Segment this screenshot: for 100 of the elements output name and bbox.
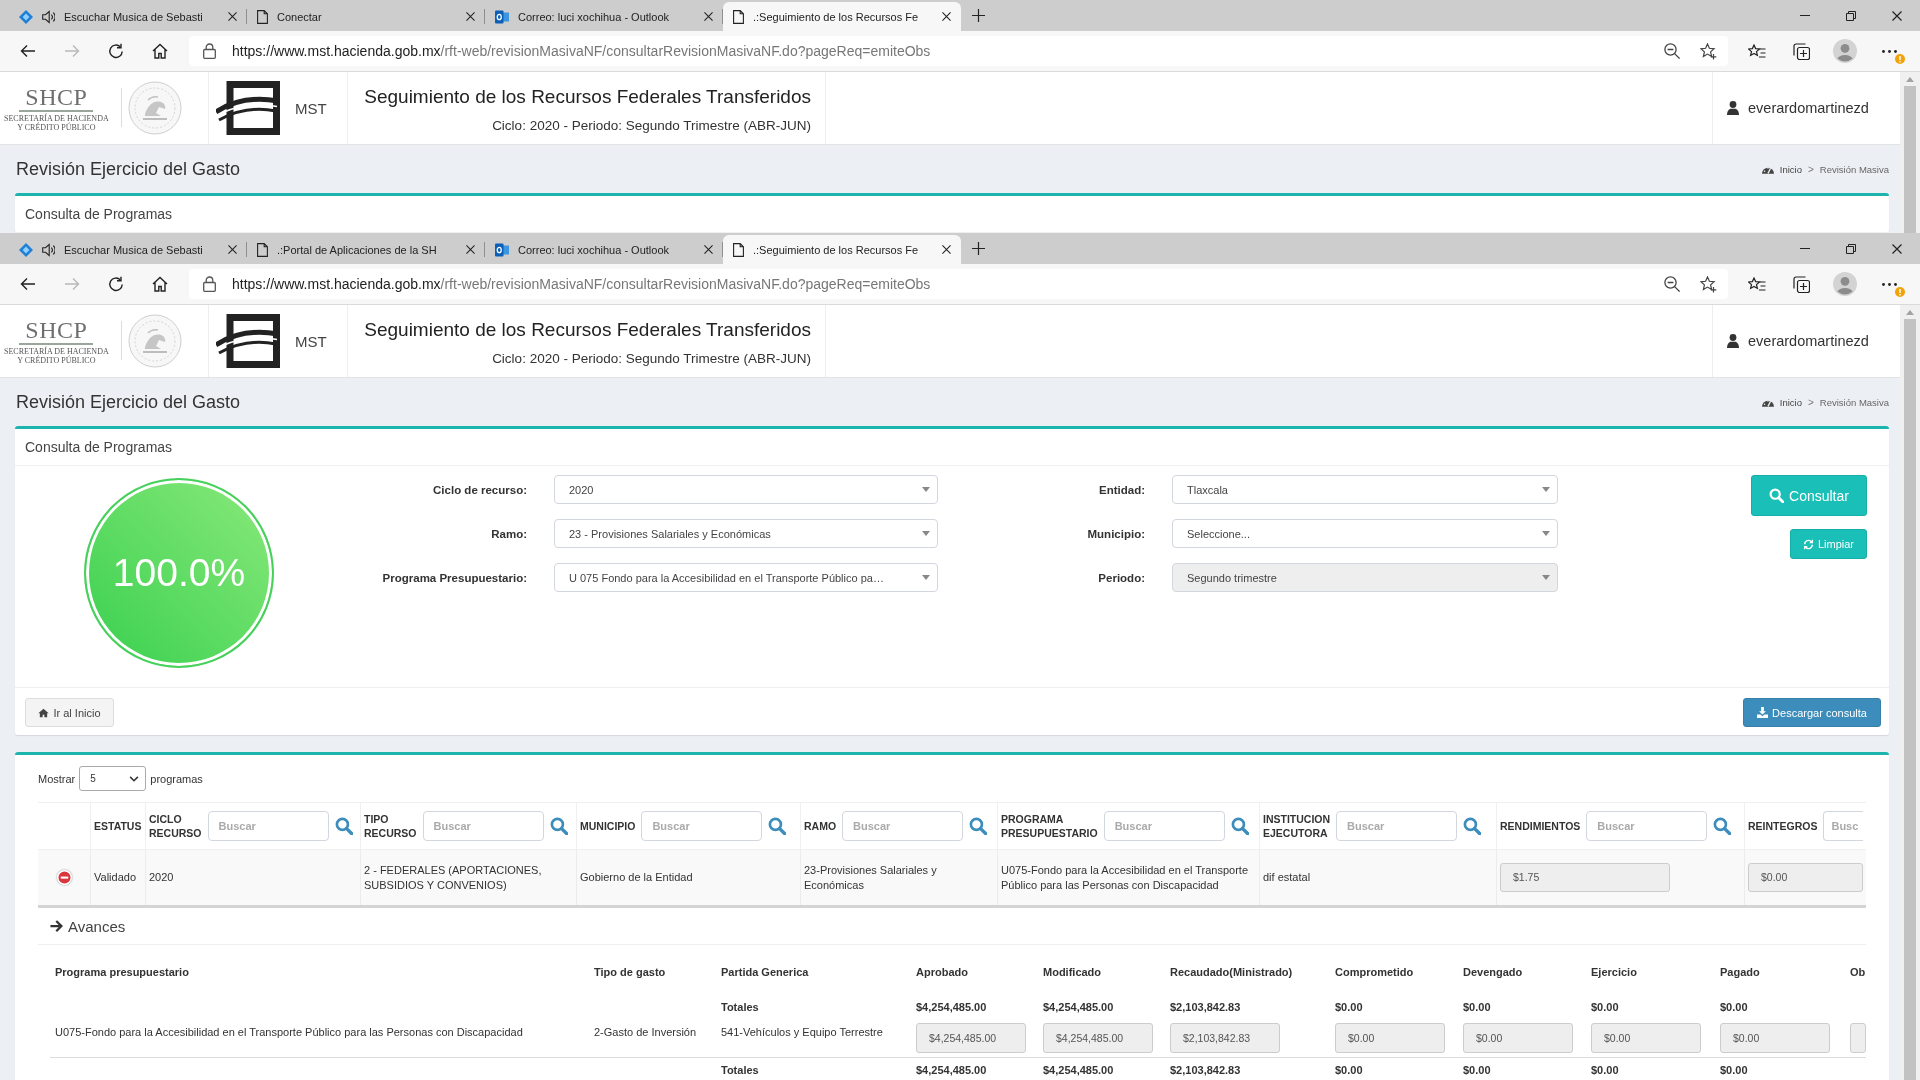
more-icon[interactable] [1881,282,1897,286]
close-tab-icon[interactable] [942,12,951,21]
page-title: Revisión Ejercicio del Gasto [16,391,241,413]
address-bar[interactable]: https://www.mst.hacienda.gob.mx/rft-web/revisionMasivaNF/consultarRevisionMasivaNF.do?pageReq=emiteObs [189,36,1728,66]
home-icon[interactable] [152,43,168,59]
refresh-icon[interactable] [108,276,124,292]
breadcrumb-separator: > [1808,163,1814,175]
collections-icon[interactable] [1792,275,1810,293]
column-header: ESTATUS [94,819,142,833]
table-cell-text: 2 - FEDERALES (APORTACIONES, SUBSIDIOS Y CONVENIOS) [364,863,543,892]
favorites-icon[interactable] [1748,276,1766,292]
search-field[interactable]: Buscar [1103,811,1225,841]
search-field[interactable]: Busc [1823,811,1863,841]
search-icon[interactable] [1230,817,1249,835]
browser-tab[interactable]: .:Seguimiento de los Recursos Fe [723,235,961,264]
search-field[interactable]: Buscar [1586,811,1708,841]
column-header: RENDIMIENTOS [1500,819,1581,833]
totals-label: Totales [721,1063,760,1078]
column-header: CICLO RECURSO [149,812,202,840]
breadcrumb-link[interactable]: Inicio [1779,163,1802,175]
table-cell: Validado [94,870,136,885]
speaker-icon[interactable] [42,242,55,257]
field-label: Municipio: [1086,527,1145,540]
select-field[interactable]: 2020 [554,475,938,504]
scroll-thumb[interactable] [1904,86,1916,233]
amount-field: $2,103,842.83 [1170,1023,1280,1053]
browser-tab[interactable]: Escuchar Musica de Sebasti [9,235,247,264]
speaker-icon[interactable] [42,9,55,24]
amount-field: $4,254,485.00 [1043,1023,1153,1053]
search-field[interactable]: Buscar [422,811,544,841]
caret-icon [1542,531,1550,536]
breadcrumb-link[interactable]: Inicio [1779,396,1802,408]
select-field[interactable]: U 075 Fondo para la Accesibilidad en el Transporte Público pa… [554,563,938,592]
browser-tab[interactable]: Correo: luci xochihua - Outlook [485,235,723,264]
home-icon [38,707,50,718]
search-field[interactable]: Buscar [207,811,329,841]
zoom-out-icon[interactable] [1664,276,1680,292]
close-tab-icon[interactable] [466,12,475,21]
go-home-button[interactable]: Ir al Inicio [25,698,114,727]
select-field[interactable]: Seleccione... [1172,519,1558,548]
close-tab-icon[interactable] [228,245,237,254]
close-tab-icon[interactable] [466,245,475,254]
search-icon[interactable] [1713,817,1732,835]
scrollbar[interactable] [1900,72,1920,233]
browser-tab[interactable]: Correo: luci xochihua - Outlook [485,2,723,31]
close-icon[interactable] [1892,243,1902,254]
add-favorite-icon[interactable] [1700,42,1717,60]
more-icon[interactable] [1881,49,1897,53]
refresh-icon[interactable] [108,43,124,59]
select-field[interactable]: Tlaxcala [1172,475,1558,504]
username[interactable]: everardomartinezd [1748,100,1869,116]
search-icon[interactable] [549,817,568,835]
totals-label: Totales [721,1000,760,1015]
zoom-out-icon[interactable] [1664,43,1680,59]
user-icon [1727,334,1739,348]
search-icon[interactable] [1463,817,1482,835]
collapse-icon[interactable] [56,870,72,885]
show-suffix: programas [150,772,203,785]
restore-icon[interactable] [1846,10,1856,21]
scrollbar[interactable] [1900,305,1920,1080]
home-icon[interactable] [152,276,168,292]
close-tab-icon[interactable] [704,12,713,21]
browser-tab[interactable]: .:Portal de Aplicaciones de la SH [247,235,485,264]
browser-tab[interactable]: Escuchar Musica de Sebasti [9,2,247,31]
total-amount: $4,254,485.00 [1043,1063,1115,1078]
profile-avatar-icon[interactable] [1833,272,1857,296]
add-favorite-icon[interactable] [1700,275,1717,293]
close-tab-icon[interactable] [704,245,713,254]
collections-icon[interactable] [1792,42,1810,60]
site-subtitle: Ciclo: 2020 - Periodo: Segundo Trimestre (ABR-JUN) [492,117,811,135]
column-header: Recaudado(Ministrado) [1170,965,1294,980]
restore-icon[interactable] [1846,243,1856,254]
search-icon[interactable] [969,817,988,835]
scroll-thumb[interactable] [1904,319,1916,1080]
back-icon[interactable] [20,276,36,292]
download-button[interactable]: Descargar consulta [1743,698,1881,727]
browser-tab[interactable]: Conectar [247,2,485,31]
search-field[interactable]: Buscar [1336,811,1458,841]
search-icon[interactable] [334,817,353,835]
logo-text: MST [295,99,327,117]
favorites-icon[interactable] [1748,43,1766,59]
table-cell-text: 541-Vehículos y Equipo Terrestre [721,1025,884,1040]
search-field[interactable]: Buscar [842,811,964,841]
total-amount: $4,254,485.00 [916,1000,988,1015]
new-tab-icon[interactable] [972,242,985,255]
username[interactable]: everardomartinezd [1748,333,1869,349]
browser-tab[interactable]: .:Seguimiento de los Recursos Fe [723,2,961,31]
column-header: Comprometido [1335,965,1415,980]
address-bar[interactable]: https://www.mst.hacienda.gob.mx/rft-web/revisionMasivaNF/consultarRevisionMasivaNF.do?pageReq=emiteObs [189,269,1728,299]
page-size-select[interactable]: 5 [79,766,147,791]
search-icon[interactable] [768,817,787,835]
profile-avatar-icon[interactable] [1833,39,1857,63]
new-tab-icon[interactable] [972,9,985,22]
close-tab-icon[interactable] [228,12,237,21]
back-icon[interactable] [20,43,36,59]
select-field[interactable]: 23 - Provisiones Salariales y Económicas [554,519,938,548]
close-tab-icon[interactable] [942,245,951,254]
close-icon[interactable] [1892,10,1902,21]
column-header: Ob [1850,965,1866,980]
search-field[interactable]: Buscar [641,811,763,841]
